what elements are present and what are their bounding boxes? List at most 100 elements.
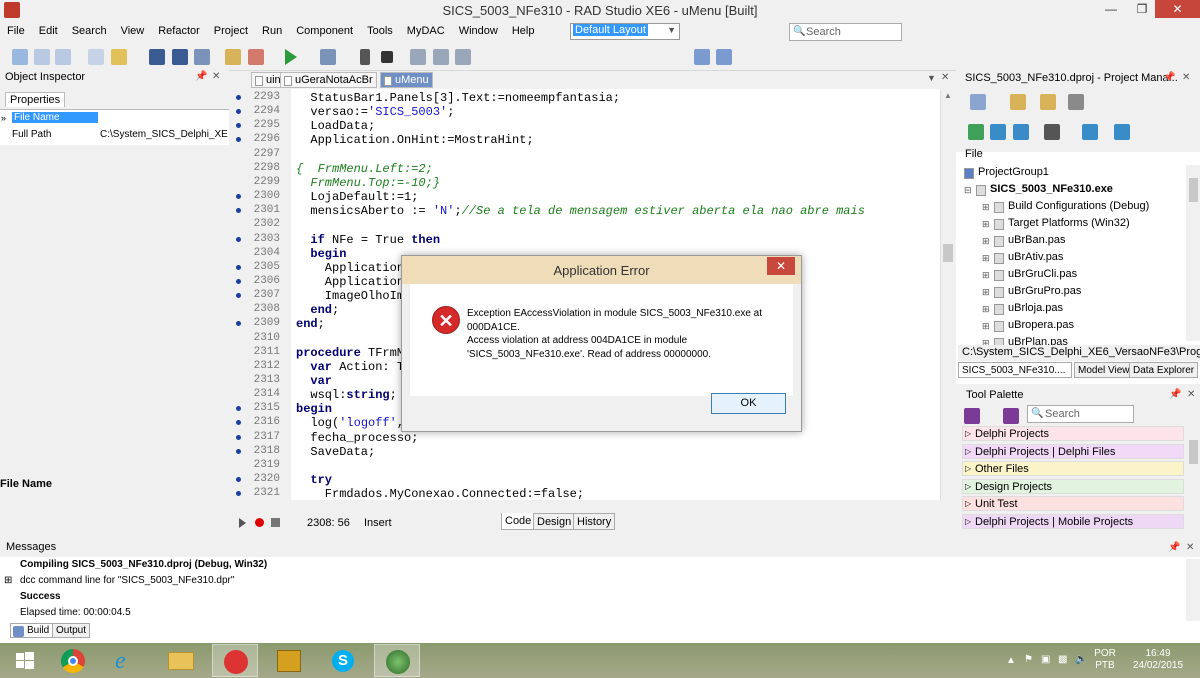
- code-marker-icon[interactable]: [236, 109, 241, 115]
- palette-category[interactable]: ▷ Other Files: [962, 461, 1184, 477]
- code-line[interactable]: 2320 try: [229, 473, 940, 487]
- tree-item[interactable]: ⊞ uBropera.pas: [956, 318, 1186, 334]
- palette-scrollbar[interactable]: [1186, 426, 1200, 532]
- stop-icon[interactable]: [381, 51, 393, 63]
- code-marker-icon[interactable]: [236, 278, 241, 284]
- save-icon[interactable]: [149, 49, 165, 65]
- tab-code[interactable]: Code: [501, 513, 536, 530]
- code-marker-icon[interactable]: [236, 434, 241, 440]
- pin-icon[interactable]: 📌: [1168, 542, 1180, 553]
- open-icon[interactable]: [88, 49, 104, 65]
- taskbar-file-explorer[interactable]: [158, 644, 204, 677]
- expand-icon[interactable]: ▷: [965, 447, 971, 456]
- pin-icon[interactable]: 📌: [1169, 389, 1181, 400]
- code-marker-icon[interactable]: [236, 406, 241, 412]
- tab-ugeranotaacbr[interactable]: uGeraNotaAcBr: [280, 72, 377, 88]
- flag-icon[interactable]: ⚑: [1024, 654, 1033, 665]
- tab-list-chevron-icon[interactable]: ▼: [927, 73, 936, 83]
- menu-run[interactable]: Run: [255, 21, 289, 41]
- scrollbar-thumb[interactable]: [1189, 440, 1198, 464]
- compile-icon[interactable]: [1082, 124, 1098, 140]
- new-items-icon[interactable]: [12, 49, 28, 65]
- build-all-icon[interactable]: [1013, 124, 1029, 140]
- expand-icon[interactable]: ⊞: [982, 287, 990, 298]
- tab-design[interactable]: Design: [533, 513, 576, 530]
- tab-umenu[interactable]: uMenu: [380, 72, 433, 88]
- expand-icon[interactable]: ⊞: [982, 219, 990, 230]
- tree-item[interactable]: ⊞ uBrBan.pas: [956, 233, 1186, 249]
- code-line[interactable]: 2297: [229, 148, 940, 162]
- minimize-button[interactable]: —: [1097, 0, 1125, 18]
- tree-scrollbar[interactable]: [1186, 165, 1200, 341]
- menu-refactor[interactable]: Refactor: [151, 21, 207, 41]
- tab-properties[interactable]: Properties: [5, 92, 66, 107]
- close-tab-icon[interactable]: ✕: [941, 72, 949, 83]
- close-icon[interactable]: ✕: [1186, 542, 1194, 553]
- taskbar-chrome[interactable]: [50, 644, 96, 677]
- pin-icon[interactable]: 📌: [195, 71, 207, 82]
- code-marker-icon[interactable]: [236, 321, 241, 327]
- deploy-icon[interactable]: [1114, 124, 1130, 140]
- menu-file[interactable]: File: [0, 21, 32, 41]
- open-folder-icon[interactable]: [1040, 94, 1056, 110]
- expand-icon[interactable]: ⊞: [4, 575, 12, 586]
- tree-item[interactable]: ⊞ Target Platforms (Win32): [956, 216, 1186, 232]
- menu-project[interactable]: Project: [207, 21, 255, 41]
- add-new-project-icon[interactable]: [1010, 94, 1026, 110]
- ok-button[interactable]: OK: [711, 393, 786, 414]
- messages-scrollbar[interactable]: [1186, 559, 1200, 621]
- tree-item[interactable]: ⊞ uBrloja.pas: [956, 301, 1186, 317]
- expand-icon[interactable]: ⊞: [982, 321, 990, 332]
- menu-view[interactable]: View: [114, 21, 152, 41]
- close-icon[interactable]: ✕: [1187, 389, 1195, 400]
- open-project-icon[interactable]: [111, 49, 127, 65]
- menu-help[interactable]: Help: [505, 21, 542, 41]
- code-line[interactable]: 2318 SaveData;: [229, 445, 940, 459]
- code-line[interactable]: 2321 Frmdados.MyConexao.Connected:=false…: [229, 487, 940, 500]
- menu-search[interactable]: Search: [65, 21, 114, 41]
- set-layout-icon[interactable]: [716, 49, 732, 65]
- expand-icon[interactable]: ▷: [965, 464, 971, 473]
- close-icon[interactable]: ✕: [1182, 72, 1190, 83]
- message-line[interactable]: Success: [20, 591, 61, 602]
- new-unit-icon[interactable]: [55, 49, 71, 65]
- property-row-full-path[interactable]: Full Path C:\System_SICS_Delphi_XE6: [0, 127, 229, 143]
- start-button[interactable]: [4, 644, 50, 677]
- taskbar-folder-app[interactable]: [266, 644, 312, 677]
- tree-item[interactable]: ⊟ SICS_5003_NFe310.exe: [956, 182, 1186, 198]
- code-line[interactable]: 2293 StatusBar1.Panels[3].Text:=nomeempf…: [229, 91, 940, 105]
- network-icon[interactable]: ▩: [1058, 654, 1067, 665]
- message-line[interactable]: dcc command line for "SICS_5003_NFe310.d…: [20, 575, 234, 586]
- tree-item[interactable]: ⊞ uBrGruCli.pas: [956, 267, 1186, 283]
- tab-build[interactable]: Build: [10, 623, 54, 638]
- tab-history[interactable]: History: [573, 513, 616, 530]
- code-line[interactable]: 2295 LoadData;: [229, 119, 940, 133]
- code-marker-icon[interactable]: [236, 448, 241, 454]
- pause-icon[interactable]: [360, 49, 370, 65]
- clock[interactable]: 16:49 24/02/2015: [1128, 648, 1188, 672]
- code-line[interactable]: 2301 mensicsAberto := 'N';//Se a tela de…: [229, 204, 940, 218]
- message-line[interactable]: Elapsed time: 00:00:04.5: [20, 607, 131, 618]
- palette-category[interactable]: ▷ Delphi Projects | Mobile Projects: [962, 514, 1184, 529]
- taskbar-globe-app[interactable]: [374, 644, 420, 677]
- build-icon[interactable]: [990, 124, 1006, 140]
- property-value[interactable]: C:\System_SICS_Delphi_XE6: [100, 129, 228, 140]
- maximize-button[interactable]: ❐: [1128, 0, 1156, 18]
- expand-icon[interactable]: ⊞: [982, 270, 990, 281]
- scroll-up-icon[interactable]: ▲: [944, 91, 952, 100]
- tab-project[interactable]: SICS_5003_NFe310....: [958, 362, 1072, 378]
- trace-into-icon[interactable]: [433, 49, 449, 65]
- layout-dropdown[interactable]: Default Layout ▼: [570, 23, 680, 40]
- code-marker-icon[interactable]: [236, 194, 241, 200]
- expand-icon[interactable]: ⊞: [982, 236, 990, 247]
- menu-tools[interactable]: Tools: [360, 21, 400, 41]
- close-icon[interactable]: ✕: [212, 71, 220, 82]
- tree-item[interactable]: ⊞ Build Configurations (Debug): [956, 199, 1186, 215]
- pin-icon[interactable]: 📌: [1163, 72, 1175, 83]
- menu-edit[interactable]: Edit: [32, 21, 65, 41]
- code-line[interactable]: 2303 if NFe = True then: [229, 233, 940, 247]
- play-macro-icon[interactable]: [239, 518, 246, 528]
- expand-icon[interactable]: ▷: [965, 429, 971, 438]
- tab-output[interactable]: Output: [52, 623, 91, 638]
- tree-item[interactable]: ProjectGroup1: [956, 165, 1186, 181]
